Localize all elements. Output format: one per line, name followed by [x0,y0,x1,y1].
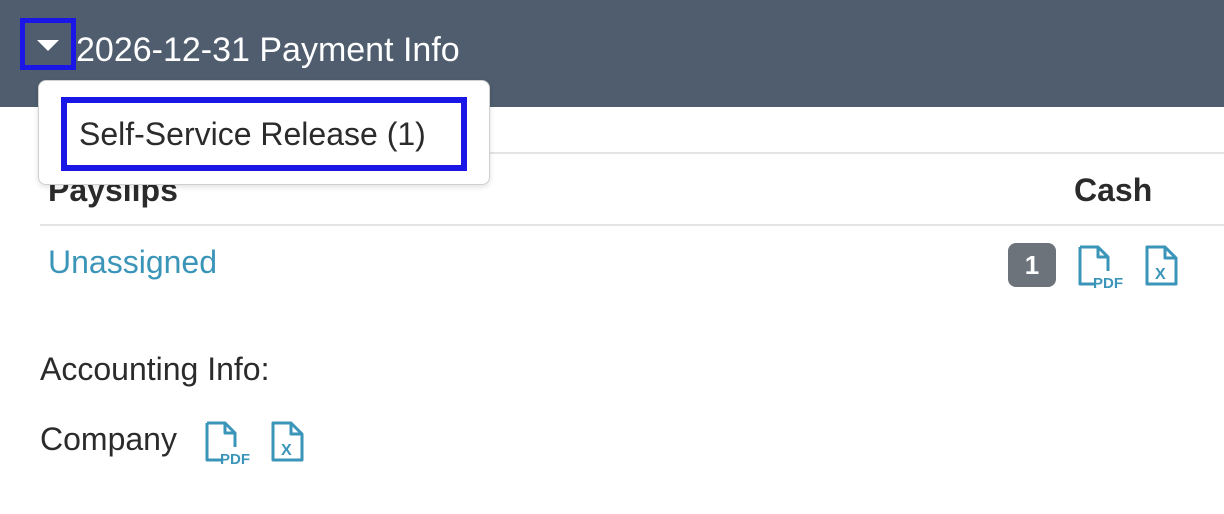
excel-file-icon[interactable]: X [270,420,306,464]
excel-icon-text: X [1155,266,1166,283]
column-header-cash: Cash [1074,172,1153,208]
accounting-info-label: Accounting Info: [40,351,270,387]
excel-file-icon[interactable]: X [1144,244,1180,288]
pdf-file-icon[interactable]: PDF [203,420,251,466]
count-badge: 1 [1008,243,1056,287]
page-title: 2026-12-31 Payment Info [76,31,460,69]
caret-down-icon [37,39,59,51]
menu-item-self-service-release[interactable]: Self-Service Release (1) [61,97,467,171]
excel-icon-text: X [281,442,292,459]
pdf-file-icon[interactable]: PDF [1076,244,1124,290]
dropdown-toggle-button[interactable] [20,18,76,70]
page: 2026-12-31 Payment Info Payslips Cash Un… [0,0,1224,514]
dropdown-menu: Self-Service Release (1) [38,80,490,185]
unassigned-link[interactable]: Unassigned [48,240,217,284]
pdf-icon-text: PDF [1093,275,1123,290]
company-label: Company [40,421,177,457]
pdf-icon-text: PDF [220,451,250,466]
divider [40,224,1224,226]
